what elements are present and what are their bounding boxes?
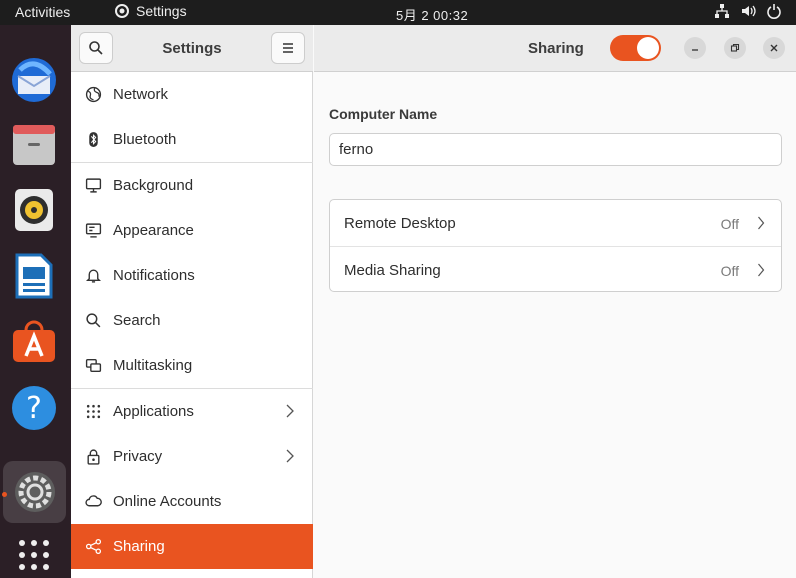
hamburger-icon <box>283 43 293 53</box>
sidebar-item-label: Search <box>113 312 161 329</box>
dock-show-apps[interactable] <box>9 530 59 578</box>
sharing-pane: Computer Name Remote Desktop Off Media S… <box>314 72 796 578</box>
sidebar: Settings Network Bluetooth Background Ap… <box>71 25 313 578</box>
row-label: Media Sharing <box>344 262 441 279</box>
chevron-right-icon <box>758 216 765 230</box>
row-status: Off <box>720 263 739 279</box>
maximize-button[interactable] <box>724 37 746 59</box>
restore-icon <box>730 43 740 52</box>
settings-icon <box>14 472 55 512</box>
sidebar-item-label: Sharing <box>113 538 165 555</box>
sidebar-item-label: Background <box>113 177 194 194</box>
sidebar-item-label: Appearance <box>113 222 194 239</box>
app-menu[interactable]: Settings <box>114 3 187 19</box>
search-icon <box>86 313 101 328</box>
sidebar-item-sharing[interactable]: Sharing <box>71 524 313 569</box>
sidebar-item-applications[interactable]: Applications <box>71 389 313 434</box>
thunderbird-icon <box>12 58 56 102</box>
dock-settings[interactable] <box>3 461 66 523</box>
settings-gear-icon <box>115 4 129 18</box>
toggle-knob <box>637 37 659 59</box>
settings-window: Settings Network Bluetooth Background Ap… <box>71 25 796 578</box>
sidebar-item-search[interactable]: Search <box>71 298 313 343</box>
sidebar-item-multitasking[interactable]: Multitasking <box>71 343 313 388</box>
dock: ? <box>0 25 71 578</box>
power-icon <box>767 4 781 19</box>
network-icon <box>715 4 729 18</box>
sidebar-item-background[interactable]: Background <box>71 163 313 208</box>
sharing-services-list: Remote Desktop Off Media Sharing Off <box>329 199 782 292</box>
main-menu-button[interactable] <box>271 32 305 64</box>
sidebar-item-appearance[interactable]: Appearance <box>71 208 313 253</box>
row-status: Off <box>720 216 739 232</box>
app-grid-icon <box>86 404 101 419</box>
sharing-toggle[interactable] <box>610 35 661 61</box>
page-title: Sharing <box>528 40 584 57</box>
chevron-right-icon <box>286 404 294 418</box>
media-sharing-row[interactable]: Media Sharing Off <box>330 247 781 293</box>
sidebar-item-label: Network <box>113 86 169 103</box>
sidebar-item-bluetooth[interactable]: Bluetooth <box>71 117 313 162</box>
sidebar-header: Settings <box>71 25 313 72</box>
top-bar: Activities Settings 5月 2 00:32 <box>0 0 796 25</box>
share-icon <box>85 538 102 555</box>
chevron-right-icon <box>286 449 294 463</box>
dock-rhythmbox[interactable] <box>9 185 59 235</box>
content-header: Sharing <box>314 25 796 72</box>
chevron-right-icon <box>758 263 765 277</box>
dock-help[interactable]: ? <box>9 383 59 433</box>
bluetooth-icon <box>89 132 98 147</box>
volume-icon <box>742 5 756 17</box>
app-center-icon <box>13 320 55 362</box>
remote-desktop-row[interactable]: Remote Desktop Off <box>330 200 781 247</box>
sidebar-item-online-accounts[interactable]: Online Accounts <box>71 479 313 524</box>
app-name: Settings <box>136 3 187 19</box>
help-icon: ? <box>12 386 56 430</box>
computer-name-field[interactable] <box>329 133 782 166</box>
clock[interactable]: 5月 2 00:32 <box>396 5 468 24</box>
dock-files[interactable] <box>9 120 59 170</box>
minimize-button[interactable] <box>684 37 706 59</box>
svg-text:?: ? <box>26 391 42 426</box>
sidebar-item-label: Bluetooth <box>113 131 177 148</box>
cloud-icon <box>85 495 102 507</box>
sidebar-item-label: Notifications <box>113 267 195 284</box>
bell-icon <box>85 269 102 283</box>
activities-button[interactable]: Activities <box>15 4 70 20</box>
monitor-icon <box>85 178 102 193</box>
sidebar-item-privacy[interactable]: Privacy <box>71 434 313 479</box>
dock-libreoffice-writer[interactable] <box>9 251 59 301</box>
sidebar-item-label: Privacy <box>113 448 163 465</box>
dock-thunderbird[interactable] <box>9 55 59 105</box>
sidebar-item-label: Online Accounts <box>113 493 222 510</box>
files-icon <box>13 125 55 165</box>
computer-name-label: Computer Name <box>329 106 438 122</box>
minimize-icon <box>692 49 698 51</box>
appearance-icon <box>85 223 102 238</box>
sidebar-item-network[interactable]: Network <box>71 72 313 117</box>
close-icon <box>770 44 778 52</box>
writer-icon <box>15 253 53 299</box>
close-button[interactable] <box>763 37 785 59</box>
running-indicator <box>2 492 7 497</box>
app-grid-icon <box>19 540 49 570</box>
system-tray[interactable] <box>714 3 782 19</box>
rhythmbox-icon <box>15 189 53 231</box>
sidebar-item-label: Applications <box>113 403 194 420</box>
globe-icon <box>85 86 102 103</box>
lock-icon <box>87 449 100 465</box>
multitasking-icon <box>85 358 102 373</box>
sidebar-item-notifications[interactable]: Notifications <box>71 253 313 298</box>
dock-app-center[interactable] <box>9 317 59 367</box>
sidebar-item-label: Multitasking <box>113 357 193 374</box>
row-label: Remote Desktop <box>344 215 456 232</box>
